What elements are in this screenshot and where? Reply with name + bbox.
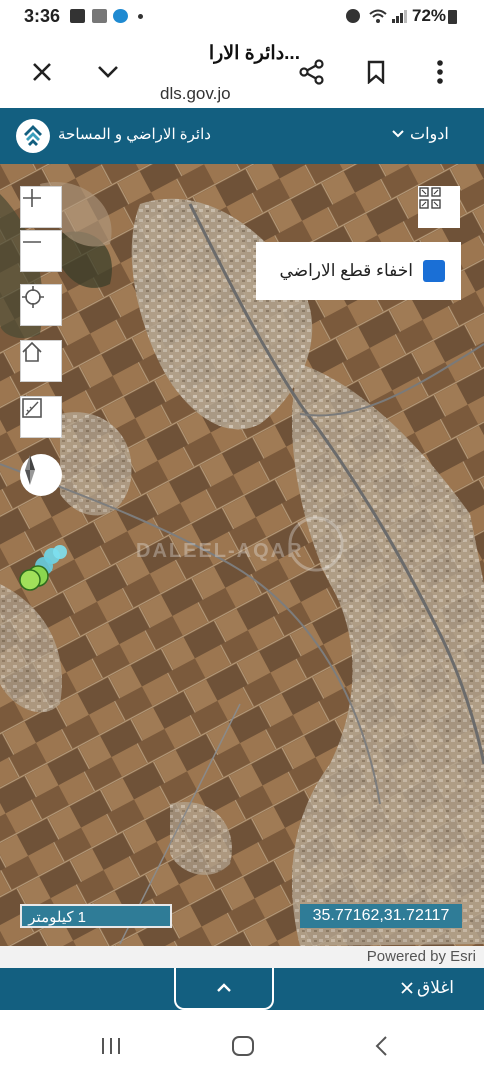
news-icon [92,9,107,23]
tools-label: ادوات [410,126,449,143]
attribution-bar: Powered by Esri [0,946,484,968]
scale-bar: 1 كيلومتر [20,904,172,928]
hide-parcels-checkbox[interactable] [257,243,445,282]
layer-toggle-button[interactable] [418,186,460,228]
notification-dot-icon [138,14,143,19]
system-nav-bar [0,1010,484,1080]
chevron-up-icon [217,983,231,992]
back-icon [375,1036,387,1056]
close-label: اغلاق [417,978,454,997]
alarm-icon [346,9,360,23]
coordinates-readout: 35.77162,31.72117 [300,904,462,928]
zoom-out-button[interactable] [20,230,62,272]
grid-icon [419,187,441,209]
site-header: دائرة الاراضي و المساحة ادوات [0,108,484,164]
close-icon [401,982,413,994]
back-button[interactable] [366,1034,396,1058]
minus-icon [23,241,41,243]
dls-logo[interactable] [16,119,50,153]
share-button[interactable] [292,52,332,92]
plus-icon [23,189,41,207]
status-time: 3:36 [24,6,61,26]
expand-panel-button[interactable] [174,968,274,1010]
battery-icon [448,10,457,24]
recent-apps-button[interactable] [96,1034,126,1058]
scale-label: 1 كيلومتر [28,909,86,926]
page-title: ...دائرة الارا [208,43,300,64]
close-icon [33,63,51,81]
measure-icon [22,398,42,418]
compass-icon [25,455,35,485]
zoom-in-button[interactable] [20,186,62,228]
locate-icon [22,286,44,308]
watermark-text: DALEEL-AQAR [136,540,304,562]
more-options-button[interactable] [420,52,460,92]
site-name: دائرة الاراضي و المساحة [58,126,211,143]
home-icon [22,341,42,362]
tools-menu[interactable]: ادوات [392,124,449,144]
home-nav-button[interactable] [228,1034,258,1058]
hide-parcels-panel: اخفاء قطع الاراضي [256,242,461,300]
attribution-text[interactable]: Powered by Esri [367,948,476,965]
chevron-down-icon [98,66,118,78]
bookmark-icon [367,60,385,84]
home-button[interactable] [20,340,62,382]
measure-button[interactable] [20,396,62,438]
compass-button[interactable] [20,454,62,496]
chevron-down-icon [392,130,404,138]
check-icon [257,243,271,255]
bookmark-button[interactable] [356,52,396,92]
edge-icon [113,9,128,23]
more-vert-icon [437,60,443,84]
recent-apps-icon [102,1038,120,1054]
collapse-button[interactable] [88,52,128,92]
hide-parcels-label: اخفاء قطع الاراضي [279,261,413,280]
bottom-panel-bar: اغلاق [0,968,484,1010]
map-view[interactable]: DALEEL-AQAR اخفاء قطع الاراضي 1 كيلومتر … [0,164,484,946]
browser-toolbar: ...دائرة الارا dls.gov.jo [0,34,484,108]
home-nav-icon [232,1036,254,1056]
signal-icon [392,10,407,23]
page-url[interactable]: dls.gov.jo [160,84,231,104]
gallery-icon [70,9,85,23]
watermark: DALEEL-AQAR [136,514,346,574]
wifi-icon [369,9,387,23]
battery-level: 72% [412,6,447,25]
close-tab-button[interactable] [22,52,62,92]
share-icon [299,59,324,85]
status-bar: 3:36 72% [0,0,484,34]
locate-button[interactable] [20,284,62,326]
close-panel-button[interactable]: اغلاق [400,978,454,998]
